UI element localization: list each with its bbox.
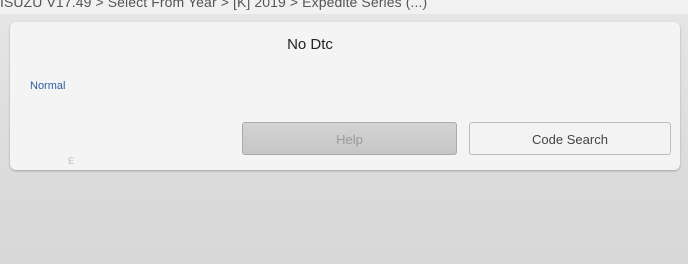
code-search-button[interactable]: Code Search	[469, 122, 671, 155]
corner-mark: E	[68, 156, 75, 166]
dtc-result-panel: No Dtc Normal Help Code Search E	[10, 22, 680, 170]
title-bar: ISUZU V17.49 > Select From Year > [K] 20…	[0, 0, 688, 14]
status-label: Normal	[30, 80, 66, 92]
empty-area	[0, 176, 688, 264]
help-button[interactable]: Help	[242, 122, 457, 155]
breadcrumb: ISUZU V17.49 > Select From Year > [K] 20…	[0, 0, 428, 10]
panel-title: No Dtc	[287, 36, 333, 53]
